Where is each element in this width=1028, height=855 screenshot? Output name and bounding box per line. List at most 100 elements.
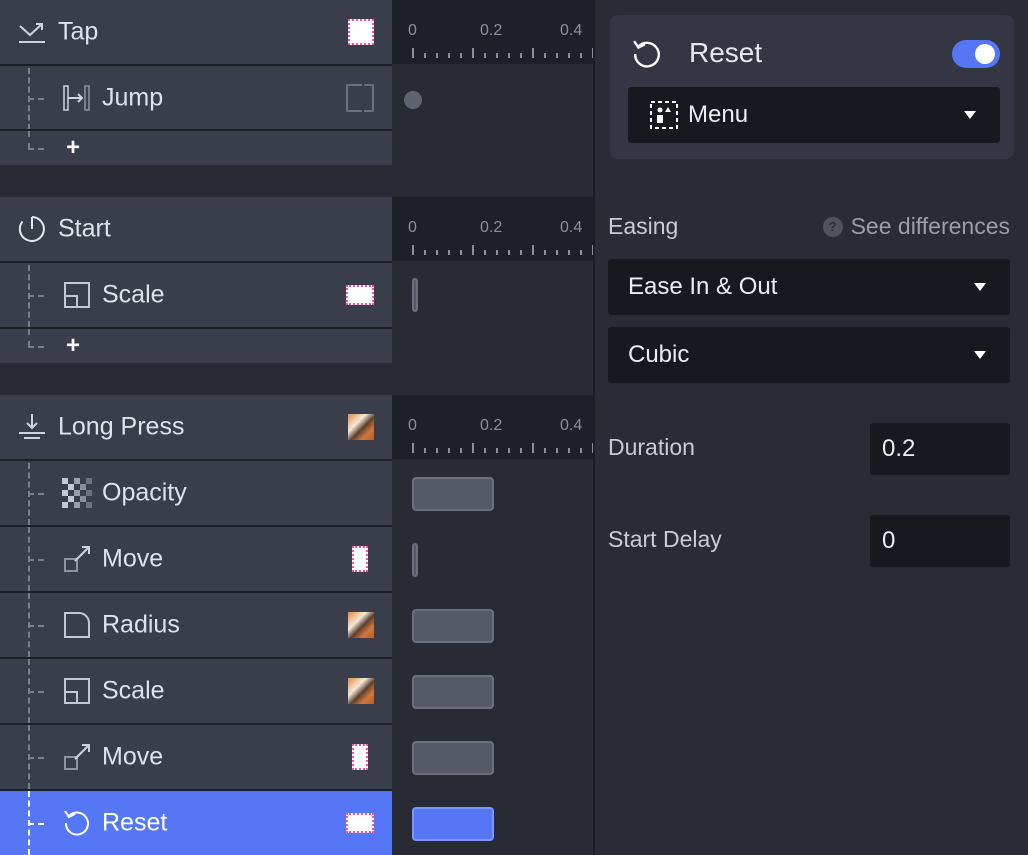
layer-thumbnail <box>346 813 374 833</box>
ruler-tick <box>544 250 546 255</box>
group-gap <box>0 165 392 197</box>
move-icon <box>64 546 90 572</box>
animation-row-move[interactable]: Move <box>0 725 392 789</box>
ruler-tick <box>568 250 570 255</box>
ruler-tick <box>484 53 486 58</box>
easing-type-select[interactable]: Ease In & Out <box>608 259 1010 315</box>
time-ruler[interactable]: 0 0.2 0.4 <box>392 0 594 64</box>
animation-row-radius[interactable]: Radius <box>0 593 392 657</box>
ruler-tick <box>568 53 570 58</box>
add-animation-button[interactable]: + <box>66 134 80 162</box>
animation-row-scale[interactable]: Scale <box>0 659 392 723</box>
radius-icon <box>64 612 90 638</box>
trigger-label: Long Press <box>58 412 185 441</box>
layer-thumbnail <box>352 744 368 770</box>
ruler-tick <box>472 443 474 453</box>
layer-list: Tap Jump + Start Scale + Long Press Opac… <box>0 0 392 855</box>
tree-branch <box>28 757 44 759</box>
timeline-bar-opacity[interactable] <box>412 477 494 511</box>
ruler-tick <box>424 53 426 58</box>
ruler-tick <box>508 53 510 58</box>
ruler-tick <box>544 53 546 58</box>
reset-icon <box>64 810 89 836</box>
timeline-bar-scale[interactable] <box>412 675 494 709</box>
trigger-row-start[interactable]: Start <box>0 197 392 261</box>
animation-label: Radius <box>102 610 180 639</box>
timeline-bar-move[interactable] <box>412 741 494 775</box>
ruler-tick <box>532 48 534 58</box>
layer-target-icon <box>650 101 678 129</box>
ruler-tick <box>460 448 462 453</box>
animation-row-scale[interactable]: Scale <box>0 263 392 327</box>
start-icon <box>18 216 45 242</box>
photo-thumbnail <box>348 678 374 704</box>
enabled-toggle[interactable] <box>952 40 1000 68</box>
toggle-knob <box>975 44 995 64</box>
ruler-label: 0 <box>408 417 417 434</box>
animation-row-move[interactable]: Move <box>0 527 392 591</box>
animation-row-jump[interactable]: Jump <box>0 66 392 130</box>
target-value: Menu <box>688 101 749 128</box>
see-differences-link[interactable]: ? See differences <box>822 213 1010 240</box>
target-layer-select[interactable]: Menu <box>628 87 1000 143</box>
tree-branch <box>28 691 44 693</box>
ruler-tick <box>508 250 510 255</box>
ruler-tick <box>448 250 450 255</box>
layer-thumbnail <box>346 285 374 305</box>
ruler-tick <box>496 448 498 453</box>
time-ruler[interactable]: 0 0.2 0.4 <box>392 395 594 459</box>
time-ruler[interactable]: 0 0.2 0.4 <box>392 197 594 261</box>
add-animation-row[interactable]: + <box>0 131 392 165</box>
track-start-scale <box>392 263 593 327</box>
ruler-tick <box>568 448 570 453</box>
ruler-tick <box>556 448 558 453</box>
tree-branch <box>28 559 44 561</box>
animation-label: Move <box>102 742 164 771</box>
ruler-tick <box>472 48 474 58</box>
ruler-tick <box>580 250 582 255</box>
add-animation-row[interactable]: + <box>0 329 392 363</box>
ruler-label: 0.4 <box>560 417 583 434</box>
start-delay-input[interactable] <box>870 515 1010 567</box>
trigger-row-tap[interactable]: Tap <box>0 0 392 64</box>
animation-card: Reset Menu <box>610 15 1014 159</box>
tree-branch <box>28 98 44 100</box>
animation-label: Jump <box>102 83 164 112</box>
add-animation-button[interactable]: + <box>66 332 80 360</box>
ruler-tick <box>424 250 426 255</box>
chevron-down-icon <box>964 111 976 119</box>
duration-input[interactable] <box>870 423 1010 475</box>
ruler-label: 0 <box>408 219 417 236</box>
trigger-label: Tap <box>58 17 99 46</box>
ruler-tick <box>448 448 450 453</box>
ruler-label: 0.2 <box>480 22 503 39</box>
ruler-tick <box>424 448 426 453</box>
animation-row-reset[interactable]: Reset <box>0 791 392 855</box>
ruler-ticks <box>412 443 594 453</box>
photo-thumbnail <box>348 612 374 638</box>
long-press-icon <box>19 414 45 439</box>
easing-type-value: Ease In & Out <box>628 273 778 300</box>
duration-label: Duration <box>608 434 695 460</box>
ruler-tick <box>460 250 462 255</box>
timeline-bar[interactable] <box>412 278 418 312</box>
timeline-bar-move[interactable] <box>412 543 418 577</box>
ruler-tick <box>520 448 522 453</box>
trigger-row-long-press[interactable]: Long Press <box>0 395 392 459</box>
ruler-tick <box>436 53 438 58</box>
help-icon: ? <box>822 216 843 237</box>
ruler-label: 0.2 <box>480 219 503 236</box>
animation-row-opacity[interactable]: Opacity <box>0 461 392 525</box>
timeline-bar-radius[interactable] <box>412 609 494 643</box>
timeline-bar-reset[interactable] <box>412 807 494 841</box>
start-delay-label: Start Delay <box>608 526 722 552</box>
animation-label: Scale <box>102 280 165 309</box>
easing-curve-select[interactable]: Cubic <box>608 327 1010 383</box>
tree-branch <box>28 823 44 825</box>
ruler-label: 0 <box>408 22 417 39</box>
keyframe-dot[interactable] <box>404 91 422 109</box>
ruler-tick <box>556 250 558 255</box>
see-differences-text: See differences <box>850 213 1010 239</box>
tree-branch <box>28 625 44 627</box>
chevron-down-icon <box>974 351 986 359</box>
